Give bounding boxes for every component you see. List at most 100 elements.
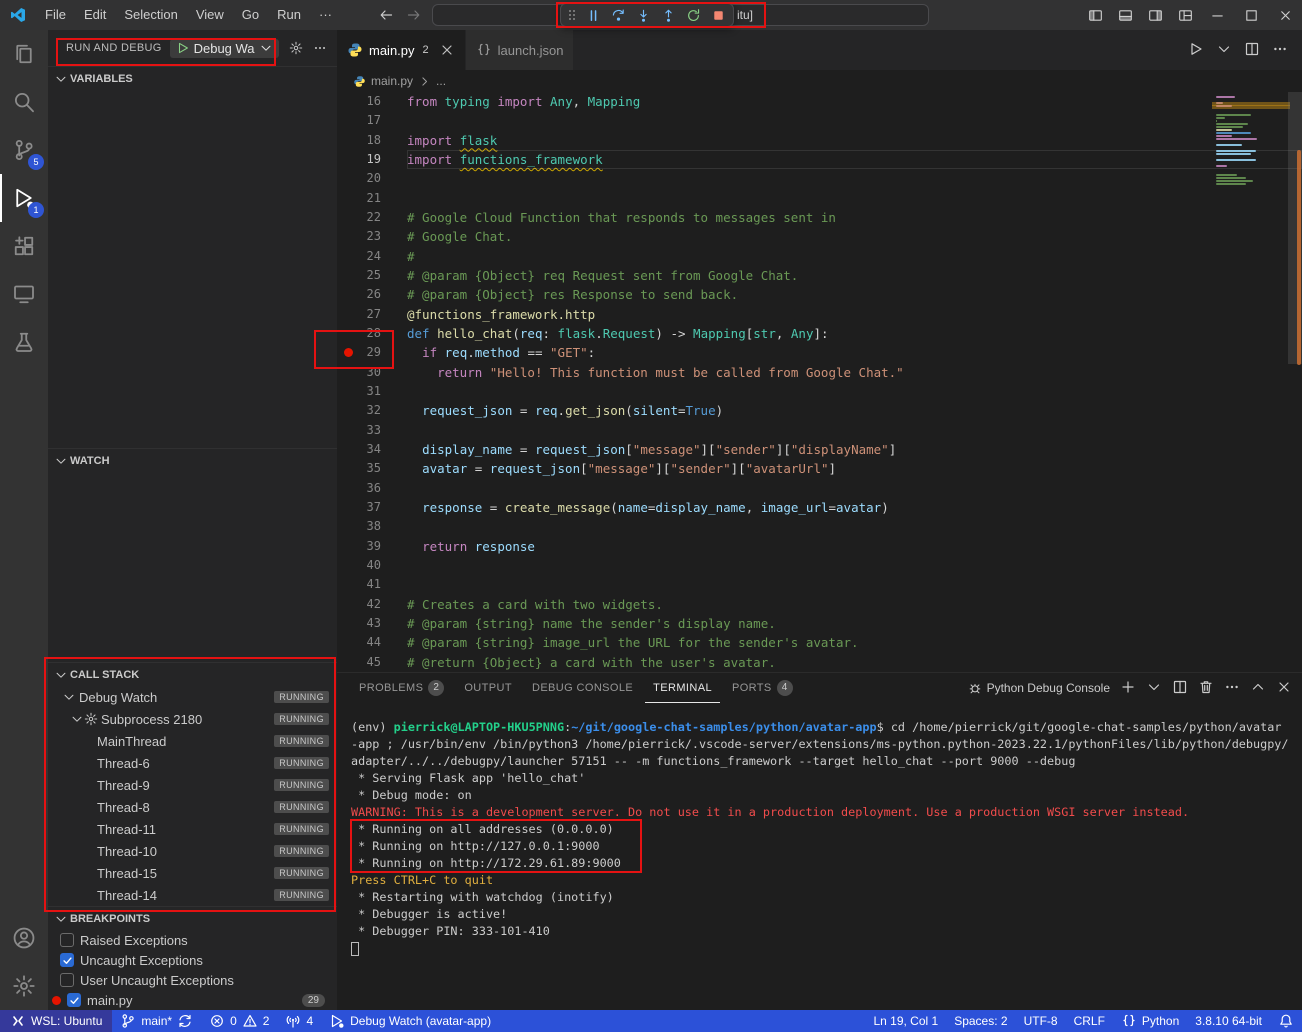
stop-button[interactable]	[706, 4, 730, 26]
tab-launch.json[interactable]: launch.json	[466, 30, 575, 70]
launch-profile-button[interactable]	[1146, 679, 1162, 698]
split-editor-button[interactable]	[1244, 41, 1260, 60]
panel-tab-problems[interactable]: PROBLEMS2	[351, 673, 452, 703]
tab-main.py[interactable]: main.py2	[337, 30, 466, 70]
gutter-line[interactable]: 27	[337, 305, 383, 324]
status-language[interactable]: Python	[1113, 1010, 1187, 1032]
status-branch[interactable]: main*	[112, 1010, 201, 1032]
menu-selection[interactable]: Selection	[115, 0, 186, 30]
code-line-38[interactable]	[407, 517, 1302, 536]
gutter-line[interactable]: 16	[337, 92, 383, 111]
gutter-line[interactable]: 42	[337, 595, 383, 614]
variables-body[interactable]	[48, 90, 337, 448]
code-editor[interactable]: 1617181920212223242526272829303132333435…	[337, 92, 1302, 672]
breakpoint-checkbox[interactable]	[60, 973, 74, 987]
code-line-24[interactable]: #	[407, 247, 1302, 266]
breadcrumb[interactable]: main.py ...	[337, 70, 1302, 92]
code-line-29[interactable]: if req.method == "GET":	[407, 343, 1302, 362]
customize-layout-button[interactable]	[1170, 0, 1200, 30]
code-line-25[interactable]: # @param {Object} req Request sent from …	[407, 266, 1302, 285]
activity-accounts[interactable]	[0, 914, 48, 962]
panel-tab-terminal[interactable]: TERMINAL	[645, 673, 720, 703]
code-line-43[interactable]: # @param {string} name the sender's disp…	[407, 614, 1302, 633]
breakpoint-checkbox[interactable]	[67, 993, 81, 1007]
code-line-40[interactable]	[407, 556, 1302, 575]
code-line-32[interactable]: request_json = req.get_json(silent=True)	[407, 401, 1302, 420]
gutter-line[interactable]: 29	[337, 343, 383, 362]
breakpoint-item[interactable]: main.py29	[48, 990, 337, 1010]
terminal-select[interactable]: Python Debug Console	[968, 681, 1110, 695]
panel-tab-output[interactable]: OUTPUT	[456, 673, 520, 703]
code-line-20[interactable]	[407, 169, 1302, 188]
code-line-33[interactable]	[407, 421, 1302, 440]
call-stack-item[interactable]: Thread-6RUNNING	[48, 752, 337, 774]
panel-tab-debug-console[interactable]: DEBUG CONSOLE	[524, 673, 641, 703]
menu-view[interactable]: View	[187, 0, 233, 30]
gutter-line[interactable]: 33	[337, 421, 383, 440]
code-line-31[interactable]	[407, 382, 1302, 401]
code-line-41[interactable]	[407, 575, 1302, 594]
gutter-line[interactable]: 39	[337, 537, 383, 556]
gutter-line[interactable]: 21	[337, 189, 383, 208]
status-cursor-position[interactable]: Ln 19, Col 1	[865, 1010, 946, 1032]
watch-section-header[interactable]: WATCH	[48, 448, 337, 472]
breakpoint-checkbox[interactable]	[60, 933, 74, 947]
minimize-button[interactable]	[1200, 0, 1234, 30]
call-stack-item[interactable]: Subprocess 2180RUNNING	[48, 708, 337, 730]
gutter-line[interactable]: 32	[337, 401, 383, 420]
breakpoint-checkbox[interactable]	[60, 953, 74, 967]
menu-more[interactable]: ···	[310, 0, 341, 30]
run-options-button[interactable]	[1216, 41, 1232, 60]
close-window-button[interactable]	[1268, 0, 1302, 30]
call-stack-section-header[interactable]: CALL STACK	[48, 662, 337, 686]
code-line-21[interactable]	[407, 189, 1302, 208]
code-line-39[interactable]: return response	[407, 537, 1302, 556]
code-line-17[interactable]	[407, 111, 1302, 130]
toggle-panel-button[interactable]	[1110, 0, 1140, 30]
code-line-23[interactable]: # Google Chat.	[407, 227, 1302, 246]
activity-source-control[interactable]: 5	[0, 126, 48, 174]
menu-file[interactable]: File	[36, 0, 75, 30]
step-out-button[interactable]	[656, 4, 680, 26]
call-stack-item[interactable]: Thread-9RUNNING	[48, 774, 337, 796]
split-terminal-button[interactable]	[1172, 679, 1188, 698]
activity-run-and-debug[interactable]: 1	[0, 174, 48, 222]
gutter-line[interactable]: 31	[337, 382, 383, 401]
breadcrumb-file[interactable]: main.py	[371, 74, 413, 88]
status-debug-session[interactable]: Debug Watch (avatar-app)	[321, 1010, 499, 1032]
gutter-line[interactable]: 23	[337, 227, 383, 246]
call-stack-item[interactable]: Thread-10RUNNING	[48, 840, 337, 862]
new-terminal-button[interactable]	[1120, 679, 1136, 698]
gutter-line[interactable]: 22	[337, 208, 383, 227]
close-icon[interactable]	[439, 42, 455, 58]
gutter-line[interactable]: 41	[337, 575, 383, 594]
gutter-line[interactable]: 37	[337, 498, 383, 517]
gutter-line[interactable]: 35	[337, 459, 383, 478]
step-over-button[interactable]	[606, 4, 630, 26]
gutter-line[interactable]: 19	[337, 150, 383, 169]
gutter-line[interactable]: 28	[337, 324, 383, 343]
menu-run[interactable]: Run	[268, 0, 310, 30]
code-line-19[interactable]: import functions_framework	[407, 150, 1302, 169]
gutter-line[interactable]: 24	[337, 247, 383, 266]
breadcrumb-symbol[interactable]: ...	[436, 74, 446, 88]
terminal[interactable]: (env) pierrick@LAPTOP-HKU5PNNG:~/git/goo…	[337, 703, 1302, 1010]
toggle-secondary-sidebar-button[interactable]	[1140, 0, 1170, 30]
gutter-line[interactable]: 34	[337, 440, 383, 459]
call-stack-item[interactable]: Thread-11RUNNING	[48, 818, 337, 840]
toggle-primary-sidebar-button[interactable]	[1080, 0, 1110, 30]
activity-settings[interactable]	[0, 962, 48, 1010]
restart-button[interactable]	[681, 4, 705, 26]
go-forward-icon[interactable]	[406, 7, 422, 23]
gutter-line[interactable]: 36	[337, 479, 383, 498]
gutter-line[interactable]: 26	[337, 285, 383, 304]
menu-edit[interactable]: Edit	[75, 0, 115, 30]
code-line-30[interactable]: return "Hello! This function must be cal…	[407, 363, 1302, 382]
gutter-line[interactable]: 45	[337, 653, 383, 672]
maximize-panel-button[interactable]	[1250, 679, 1266, 698]
panel-tab-ports[interactable]: PORTS4	[724, 673, 801, 703]
status-interpreter[interactable]: 3.8.10 64-bit	[1187, 1010, 1270, 1032]
status-ports[interactable]: 4	[277, 1010, 321, 1032]
gutter-line[interactable]: 43	[337, 614, 383, 633]
status-eol[interactable]: CRLF	[1066, 1010, 1113, 1032]
